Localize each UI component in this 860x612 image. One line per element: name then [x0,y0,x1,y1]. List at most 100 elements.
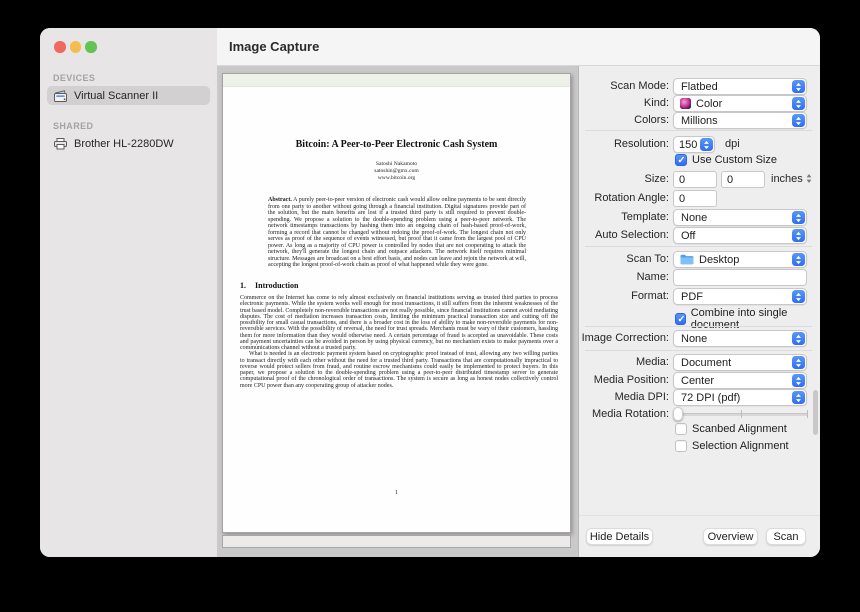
document-paragraph: Commerce on the Internet has come to rel… [240,295,558,352]
media-popup[interactable]: Document [673,354,807,371]
template-popup[interactable]: None [673,209,807,226]
divider [585,130,812,131]
document-website: www.bitcoin.org [377,175,416,181]
divider [585,326,812,327]
image-capture-window: Image Capture DEVICES Virtual Scanner II… [40,28,820,557]
divider [579,515,820,516]
slider-tick [741,410,742,418]
template-label: Template: [621,211,669,223]
colors-label: Colors: [634,114,669,126]
colors-popup[interactable]: Millions [673,112,807,129]
chevron-updown-icon [791,356,805,369]
printer-icon [54,137,68,150]
hide-details-button[interactable]: Hide Details [586,528,653,545]
media-label: Media: [635,356,669,368]
scanner-bed-edge [223,74,570,87]
size-width-field[interactable] [673,171,717,188]
scan-mode-popup[interactable]: Flatbed [673,78,807,95]
panel-scrollbar[interactable] [813,390,818,435]
rotation-angle-label: Rotation Angle: [594,192,669,204]
settings-panel: Scan Mode: Flatbed Kind: Color Colors: M… [578,66,820,557]
divider [585,246,812,247]
image-correction-label: Image Correction: [581,332,669,344]
name-label: Name: [636,271,669,283]
document-author: Satoshi Nakamoto [375,161,418,167]
use-custom-size-row: Use Custom Size [675,154,777,166]
kind-label: Kind: [643,97,669,109]
chevron-updown-icon [791,114,805,127]
selection-alignment-checkbox[interactable] [675,440,687,452]
scanbed-alignment-label: Scanbed Alignment [692,423,787,435]
chevron-updown-icon [791,80,805,93]
folder-icon [680,254,694,265]
document-section-heading: 1. Introduction [240,281,299,291]
resolution-unit: dpi [725,138,740,150]
scan-mode-label: Scan Mode: [610,80,669,92]
overview-button[interactable]: Overview [703,528,758,545]
sidebar-item-virtual-scanner[interactable]: Virtual Scanner II [47,86,210,105]
resolution-popup[interactable]: 150 [673,136,715,153]
combine-checkbox[interactable] [675,313,686,325]
use-custom-size-label: Use Custom Size [692,154,777,166]
scan-to-label: Scan To: [626,253,669,265]
media-dpi-label: Media DPI: [614,391,669,403]
traffic-lights [54,41,97,53]
size-label: Size: [644,173,669,185]
window-title: Image Capture [229,39,320,54]
shared-section-label: SHARED [53,121,94,131]
size-height-field[interactable] [721,171,765,188]
scan-preview-page[interactable]: Bitcoin: A Peer-to-Peer Electronic Cash … [222,73,571,533]
chevron-updown-icon [791,253,805,266]
chevron-updown-icon [791,391,805,404]
scanbed-alignment-checkbox[interactable] [675,423,687,435]
scan-to-popup[interactable]: Desktop [673,251,807,268]
combine-label: Combine into single document [690,307,788,331]
color-kind-icon [680,98,691,109]
slider-knob[interactable] [673,407,683,421]
format-popup[interactable]: PDF [673,288,807,305]
kind-popup[interactable]: Color [673,95,807,112]
chevron-updown-icon [791,290,805,303]
resolution-label: Resolution: [613,138,669,150]
preview-horizontal-scrollbar[interactable] [222,535,571,548]
media-position-label: Media Position: [593,374,669,386]
format-label: Format: [631,290,669,302]
auto-selection-popup[interactable]: Off [673,227,807,244]
size-unit[interactable]: inches [771,171,812,189]
chevron-updown-icon [791,332,805,345]
chevron-updown-small-icon [806,172,812,189]
media-rotation-slider[interactable] [673,406,808,422]
name-field[interactable] [673,269,807,286]
scan-preview-pane: Bitcoin: A Peer-to-Peer Electronic Cash … [217,66,578,557]
scan-button[interactable]: Scan [766,528,806,545]
scanbed-alignment-row: Scanbed Alignment [675,423,787,435]
chevron-updown-icon [791,229,805,242]
rotation-angle-field[interactable] [673,190,717,207]
media-rotation-label: Media Rotation: [591,408,669,420]
chevron-updown-icon [791,97,805,110]
document-abstract: Abstract. A purely peer-to-peer version … [268,197,526,269]
document-paragraph: What is needed is an electronic payment … [240,351,558,389]
scanner-icon [54,89,68,102]
sidebar: DEVICES Virtual Scanner II SHARED Brothe… [40,66,217,557]
use-custom-size-checkbox[interactable] [675,154,687,166]
auto-selection-label: Auto Selection: [595,229,669,241]
titlebar-sidebar-area [40,28,217,66]
document-title: Bitcoin: A Peer-to-Peer Electronic Cash … [295,139,498,150]
media-dpi-popup[interactable]: 72 DPI (pdf) [673,389,807,406]
zoom-button[interactable] [85,41,97,53]
chevron-updown-icon [791,211,805,224]
document-page-number: 1 [395,490,398,496]
selection-alignment-row: Selection Alignment [675,440,789,452]
image-correction-popup[interactable]: None [673,330,807,347]
selection-alignment-label: Selection Alignment [692,440,789,452]
minimize-button[interactable] [69,41,81,53]
close-button[interactable] [54,41,66,53]
media-position-popup[interactable]: Center [673,372,807,389]
slider-tick [807,410,808,418]
devices-section-label: DEVICES [53,73,96,83]
document-email: satoshin@gmx.com [374,168,419,174]
sidebar-item-brother-printer[interactable]: Brother HL-2280DW [47,134,210,153]
titlebar: Image Capture [217,28,820,66]
chevron-updown-icon [699,138,713,151]
